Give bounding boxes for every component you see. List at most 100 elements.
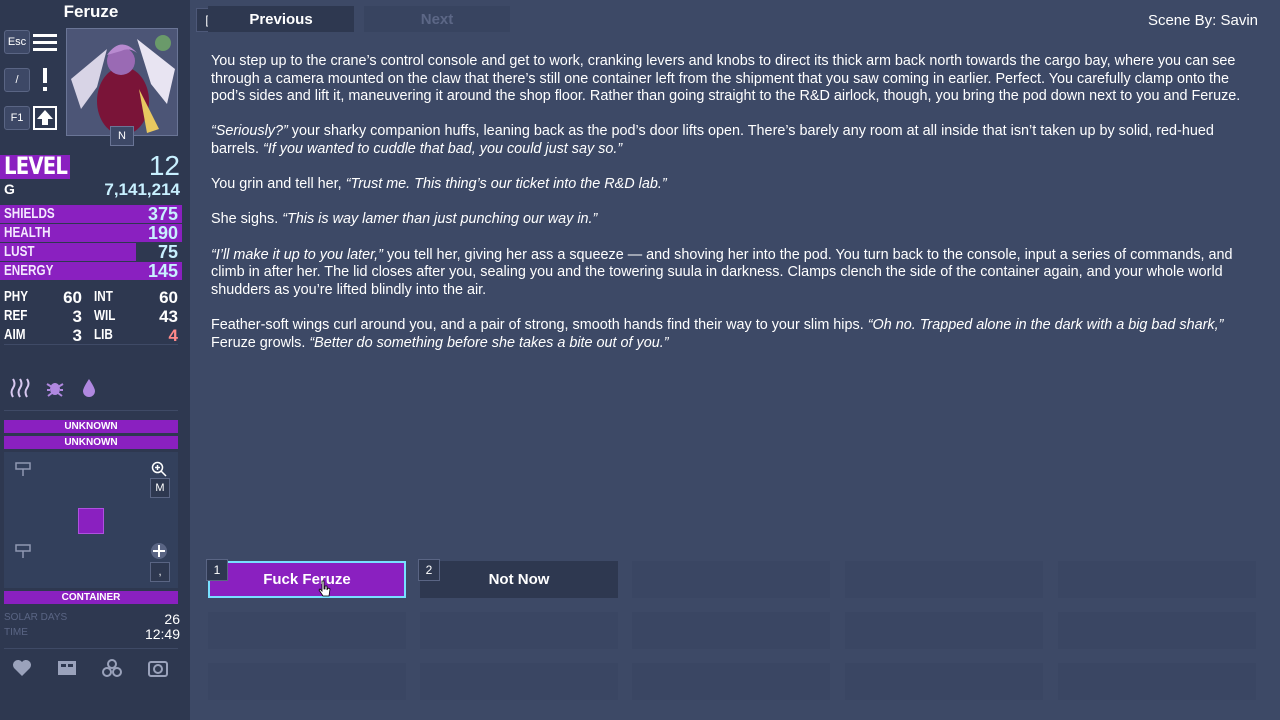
scene-author: Scene By: Savin [1147, 12, 1258, 29]
camera-icon[interactable] [144, 655, 172, 681]
gamepad-icon[interactable] [148, 540, 170, 562]
character-name: Feruze [63, 2, 119, 21]
choice-label: Not Now [488, 571, 550, 588]
story-paragraph: Feather-soft wings curl around you, and … [211, 317, 1251, 352]
portrait-key-label[interactable]: N [110, 126, 134, 146]
story-text: You step up to the crane’s control conso… [211, 53, 1251, 370]
story-paragraph: You step up to the crane’s control conso… [211, 53, 1241, 105]
attribute-value: 3 [72, 307, 82, 326]
choice-slot-empty [632, 612, 830, 649]
location-name: CONTAINER [4, 591, 178, 604]
next-button[interactable]: Next [364, 6, 510, 32]
attribute-row: PHY 60 INT 60 [0, 288, 182, 307]
attribute-value: 4 [168, 326, 178, 345]
bug-status-icon[interactable] [40, 375, 70, 401]
stat-value: 190 [147, 223, 178, 243]
map-key-label-2[interactable]: , [150, 562, 170, 582]
attribute-value: 60 [159, 288, 178, 307]
location-line-1: UNKNOWN [4, 420, 178, 433]
attribute-label: PHY [4, 288, 29, 305]
alert-icon[interactable] [31, 66, 59, 94]
story-paragraph: “I’ll make it up to you later,” you tell… [211, 247, 1251, 300]
narration: You grin and tell her, [211, 176, 346, 193]
biohazard-icon[interactable] [98, 655, 126, 681]
droplet-status-icon[interactable] [74, 375, 104, 401]
choice-slot-empty [845, 663, 1043, 700]
level-up-icon[interactable] [31, 104, 59, 132]
narration: She sighs. [211, 211, 283, 228]
choice-button-1[interactable]: Fuck Feruze [208, 561, 406, 598]
choice-key-1: 1 [206, 559, 228, 581]
zoom-icon[interactable] [148, 458, 170, 480]
map-current-room [78, 508, 104, 534]
choice-slot-empty [845, 612, 1043, 649]
map-layer-down-icon[interactable] [12, 540, 34, 562]
choice-key-2: 2 [418, 559, 440, 581]
sidebar: Feruze Esc / F1 N LEVEL 12 G 7,141,214 S… [0, 0, 190, 720]
choice-slot-empty [845, 561, 1043, 598]
dialogue: “I’ll make it up to you later,” [211, 246, 383, 263]
choice-slot-empty [208, 612, 406, 649]
days-label: SOLAR DAYS [4, 612, 68, 623]
choice-slot-empty [1058, 561, 1256, 598]
stat-label: HEALTH [4, 224, 51, 241]
map-key-label[interactable]: M [150, 478, 170, 498]
location-line-2: UNKNOWN [4, 436, 178, 449]
credits-value: 7,141,214 [104, 180, 180, 199]
attribute-label: REF [4, 307, 28, 324]
stat-label: LUST [4, 243, 35, 260]
days-value: 26 [164, 611, 180, 627]
esc-key-label[interactable]: Esc [4, 30, 30, 54]
map-layer-up-icon[interactable] [12, 458, 34, 480]
heart-icon[interactable] [8, 655, 36, 681]
attribute-label: AIM [4, 326, 26, 343]
previous-button[interactable]: Previous [208, 6, 354, 32]
attribute-row: AIM 3 LIB 4 [0, 326, 182, 345]
time-value: 12:49 [144, 626, 180, 642]
choice-button-2[interactable]: Not Now [420, 561, 618, 598]
dialogue: “Oh no. Trapped alone in the dark with a… [867, 316, 1224, 333]
f1-key-label[interactable]: F1 [4, 106, 30, 130]
dialogue: “Better do something before she takes a … [309, 334, 669, 351]
attribute-value: 3 [72, 326, 82, 345]
mouse-cursor-icon [318, 580, 332, 603]
choice-slot-empty [632, 561, 830, 598]
menu-icon[interactable] [31, 28, 59, 56]
slash-key-label[interactable]: / [4, 68, 30, 92]
stat-lust[interactable]: LUST 75 [0, 242, 182, 262]
choice-slot-empty [420, 612, 618, 649]
choice-label: Fuck Feruze [263, 571, 351, 588]
dialogue: “Trust me. This thing’s our ticket into … [345, 176, 667, 193]
dialogue: “If you wanted to cuddle that bad, you c… [262, 140, 623, 157]
story-paragraph: You grin and tell her, “Trust me. This t… [211, 176, 1251, 194]
stat-shields[interactable]: SHIELDS 375 [0, 204, 182, 224]
level-value: 12 [148, 150, 180, 181]
narration: Feather-soft wings curl around you, and … [211, 316, 868, 333]
choice-slot-empty [632, 663, 830, 700]
attribute-row: REF 3 WIL 43 [0, 307, 182, 326]
attribute-value: 43 [159, 307, 178, 326]
divider [4, 344, 178, 345]
choice-slot-empty [1058, 612, 1256, 649]
stat-health[interactable]: HEALTH 190 [0, 223, 182, 243]
level-label: LEVEL [4, 152, 68, 180]
divider [4, 648, 178, 649]
story-paragraph: “Seriously?” your sharky companion huffs… [211, 123, 1251, 158]
stat-value: 75 [157, 242, 178, 262]
stat-value: 145 [147, 261, 178, 281]
attribute-value: 60 [63, 288, 82, 307]
choice-slot-empty [420, 663, 618, 700]
character-portrait[interactable] [66, 28, 178, 136]
attribute-label: WIL [94, 307, 116, 324]
attribute-label: LIB [94, 326, 113, 343]
heat-status-icon[interactable] [5, 375, 35, 401]
stat-label: ENERGY [4, 262, 54, 279]
stat-value: 375 [147, 204, 178, 224]
divider [4, 410, 178, 411]
stat-energy[interactable]: ENERGY 145 [0, 261, 182, 281]
time-label: TIME [4, 627, 28, 638]
codex-icon[interactable] [53, 655, 81, 681]
choice-slot-empty [208, 663, 406, 700]
stat-label: SHIELDS [4, 205, 55, 222]
dialogue: “Seriously?” [211, 123, 288, 140]
